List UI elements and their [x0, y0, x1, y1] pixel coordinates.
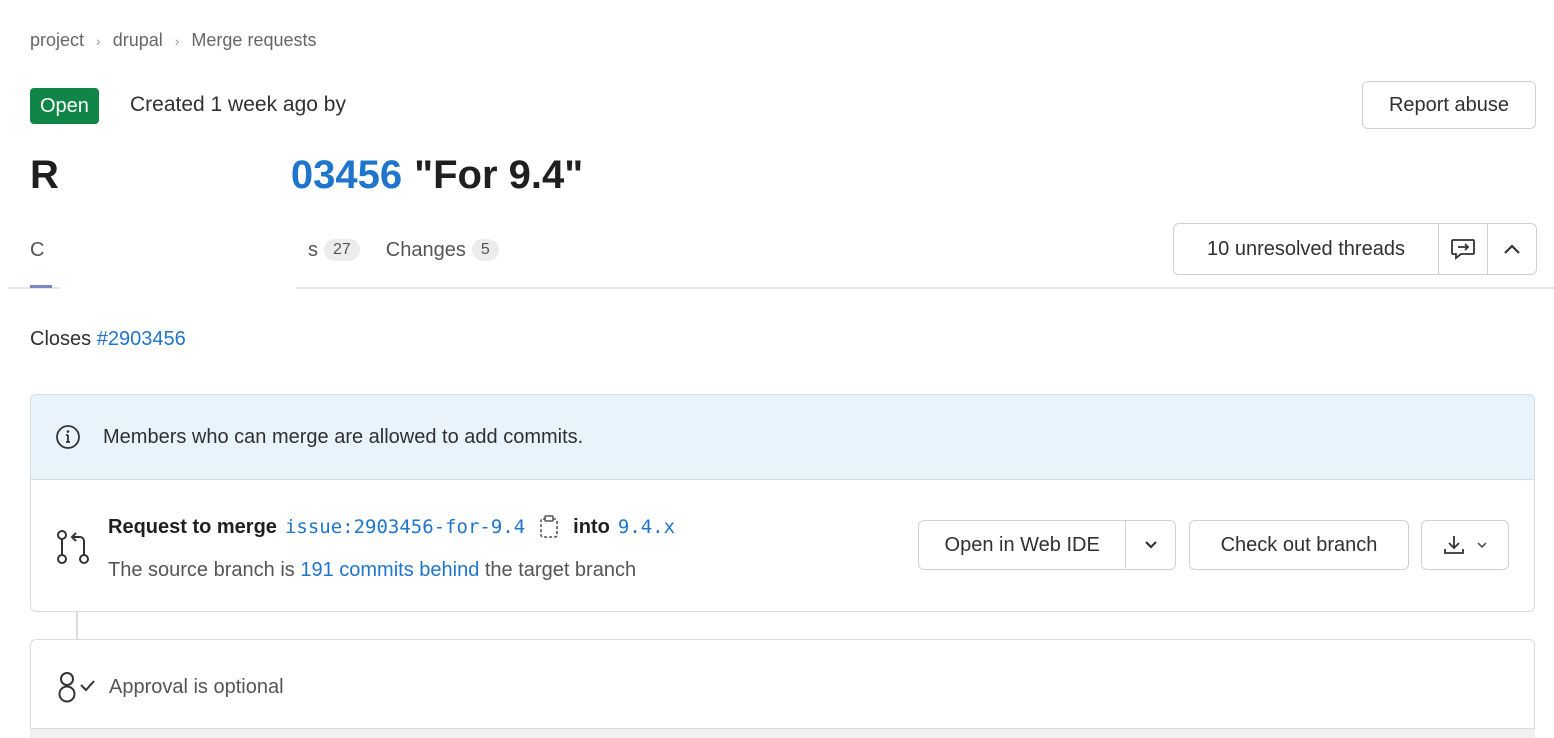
- redacted-author: [352, 88, 602, 124]
- chevron-right-icon: ›: [174, 32, 180, 49]
- tabs-redacted: [50, 230, 308, 270]
- tab-changes-count: 5: [471, 239, 499, 261]
- approval-section: Approval is optional: [30, 639, 1535, 737]
- unresolved-threads-label[interactable]: 10 unresolved threads: [1174, 224, 1439, 274]
- behind-suffix: the target branch: [484, 559, 637, 581]
- check-out-branch-button[interactable]: Check out branch: [1189, 520, 1409, 570]
- active-tab-indicator: [30, 285, 52, 288]
- open-web-ide-button[interactable]: Open in Web IDE: [919, 521, 1127, 569]
- open-web-ide-button-group: Open in Web IDE: [918, 520, 1176, 570]
- chevron-up-icon[interactable]: [1488, 224, 1536, 274]
- closes-line: Closes #2903456: [30, 328, 186, 351]
- info-message: Members who can merge are allowed to add…: [103, 425, 584, 448]
- copy-icon[interactable]: [539, 515, 559, 539]
- widget-connector: [76, 612, 78, 640]
- download-icon: [1444, 536, 1464, 554]
- title-name: "For 9.4": [414, 153, 584, 197]
- tabs: C s 27 Changes 5: [30, 230, 499, 270]
- target-branch-link[interactable]: 9.4.x: [618, 516, 675, 538]
- unresolved-threads-control: 10 unresolved threads: [1173, 223, 1537, 275]
- breadcrumb-project[interactable]: project: [30, 30, 84, 51]
- request-label: Request to merge: [108, 515, 277, 538]
- page-title: R 03456 "For 9.4": [30, 148, 583, 198]
- closes-issue-link[interactable]: #2903456: [97, 328, 186, 350]
- breadcrumb-merge-requests[interactable]: Merge requests: [191, 30, 316, 51]
- status-badge: Open: [30, 88, 99, 124]
- comment-icon[interactable]: [1439, 224, 1488, 274]
- approval-label: Approval is optional: [109, 675, 284, 698]
- merge-request-icon: [57, 530, 89, 564]
- source-branch-link[interactable]: issue:2903456-for-9.4: [285, 516, 525, 538]
- title-reference[interactable]: 03456: [291, 153, 402, 198]
- tab-changes-label: Changes: [385, 238, 466, 261]
- chevron-right-icon: ›: [96, 32, 101, 49]
- info-bar: Members who can merge are allowed to add…: [31, 395, 1534, 480]
- tab-overview[interactable]: C: [30, 239, 50, 262]
- commits-behind-link[interactable]: 191 commits behind: [300, 559, 479, 581]
- created-text: Created 1 week ago by: [130, 93, 346, 116]
- tab-changes[interactable]: Changes 5: [386, 239, 499, 262]
- title-prefix: R: [30, 153, 59, 197]
- behind-prefix: The source branch is: [108, 559, 295, 581]
- into-label: into: [573, 515, 610, 538]
- report-abuse-button[interactable]: Report abuse: [1362, 81, 1536, 129]
- title-redacted: [58, 148, 291, 188]
- tabs-divider-redacted: [60, 287, 296, 291]
- download-dropdown-button[interactable]: [1421, 520, 1509, 570]
- approval-row: Approval is optional: [55, 670, 284, 704]
- tab-commits-label: s: [308, 238, 318, 261]
- closes-prefix: Closes: [30, 328, 92, 350]
- chevron-down-icon[interactable]: [1126, 521, 1175, 569]
- merge-widget: Members who can merge are allowed to add…: [30, 394, 1535, 612]
- merge-request-line: Request to merge issue:2903456-for-9.4 i…: [108, 515, 675, 539]
- commits-behind-text: The source branch is 191 commits behind …: [108, 559, 636, 582]
- breadcrumb: project › drupal › Merge requests: [30, 30, 316, 51]
- breadcrumb-drupal[interactable]: drupal: [113, 30, 163, 51]
- info-icon: [56, 425, 80, 449]
- merge-request-row: Request to merge issue:2903456-for-9.4 i…: [31, 479, 1534, 611]
- tab-commits-count: 27: [324, 239, 360, 261]
- tab-commits[interactable]: s 27: [308, 239, 360, 262]
- chevron-down-icon: [1477, 542, 1487, 549]
- approval-icon: [58, 672, 95, 703]
